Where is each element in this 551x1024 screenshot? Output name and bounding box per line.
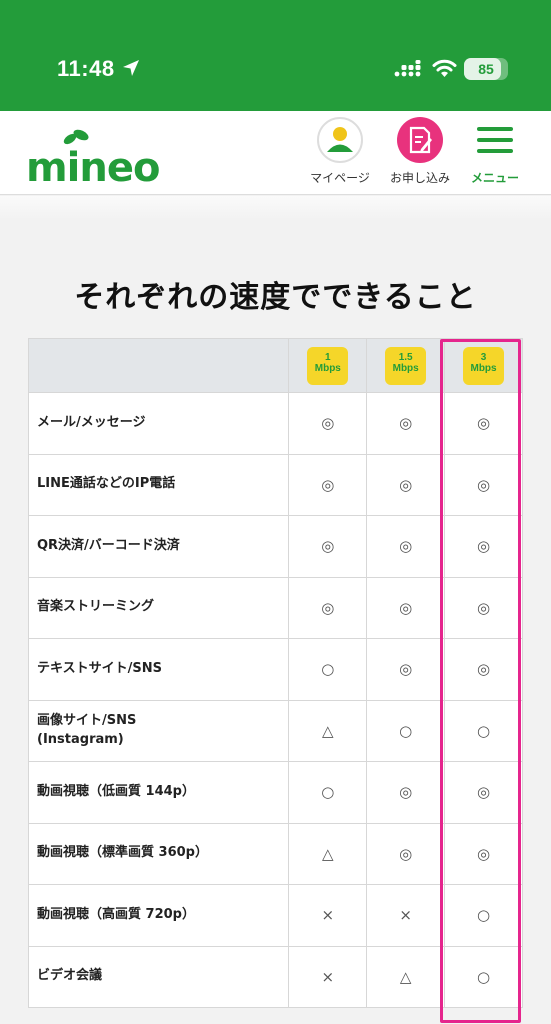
table-row: テキストサイト/SNS ○ ◎ ◎ bbox=[27, 638, 523, 701]
rating-cell: ◎ bbox=[444, 453, 523, 516]
row-label: メール/メッセージ bbox=[27, 392, 290, 455]
rating-cell: × bbox=[288, 945, 368, 1008]
battery-icon: 85 bbox=[464, 58, 508, 80]
speed-badge-value: 1.5 bbox=[398, 351, 413, 363]
rating-cell: ◎ bbox=[366, 761, 446, 824]
table-row: 音楽ストリーミング ◎ ◎ ◎ bbox=[27, 576, 523, 639]
rating-cell: ◎ bbox=[366, 515, 446, 578]
nav-menu-label: メニュー bbox=[470, 171, 519, 185]
rating-cell: ○ bbox=[444, 884, 523, 947]
rating-cell: ◎ bbox=[366, 638, 446, 701]
battery-percent: 85 bbox=[478, 61, 494, 77]
speed-header-1mbps: 1 Mbps bbox=[288, 338, 368, 393]
rating-cell: ○ bbox=[444, 945, 523, 1008]
signal-icon bbox=[394, 60, 421, 77]
rating-cell: ◎ bbox=[366, 392, 446, 455]
rating-cell: × bbox=[366, 884, 446, 947]
speed-header-1-5mbps: 1.5 Mbps bbox=[366, 338, 446, 393]
rating-cell: ◎ bbox=[444, 576, 523, 639]
rating-cell: ◎ bbox=[366, 453, 446, 516]
row-label: 画像サイト/SNS (Instagram) bbox=[27, 699, 290, 762]
speed-badge-value: 1 bbox=[325, 351, 331, 363]
rating-cell: ◎ bbox=[366, 576, 446, 639]
rating-cell: ○ bbox=[288, 761, 368, 824]
site-header: mineo マイページ お申し込み メニュー bbox=[0, 111, 551, 195]
rating-cell: ○ bbox=[444, 699, 523, 762]
location-arrow-icon bbox=[123, 60, 139, 76]
table-row: 画像サイト/SNS (Instagram) △ ○ ○ bbox=[27, 699, 523, 762]
nav-apply-label: お申し込み bbox=[389, 171, 450, 185]
speed-comparison-table: 1 Mbps 1.5 Mbps 3 Mbps メール/メッセージ ◎ ◎ ◎ L… bbox=[27, 338, 523, 1008]
rating-cell: ◎ bbox=[444, 638, 523, 701]
row-label: 動画視聴（標準画質 360p） bbox=[27, 822, 290, 885]
speed-badge: 1 Mbps bbox=[307, 346, 349, 385]
rating-cell: ○ bbox=[288, 638, 368, 701]
rating-cell: △ bbox=[366, 945, 446, 1008]
table-row: メール/メッセージ ◎ ◎ ◎ bbox=[27, 392, 523, 455]
row-label: ビデオ会議 bbox=[27, 945, 290, 1008]
table-row: 動画視聴（高画質 720p） × × ○ bbox=[27, 884, 523, 947]
table-row: ビデオ会議 × △ ○ bbox=[27, 945, 523, 1008]
svg-text:mineo: mineo bbox=[26, 145, 159, 189]
rating-cell: ○ bbox=[366, 699, 446, 762]
hamburger-icon bbox=[477, 117, 513, 163]
row-label: QR決済/バーコード決済 bbox=[27, 515, 290, 578]
rating-cell: ◎ bbox=[444, 761, 523, 824]
speed-header-3mbps: 3 Mbps bbox=[444, 338, 523, 393]
nav-mypage-label: マイページ bbox=[310, 171, 370, 185]
rating-cell: △ bbox=[288, 822, 368, 885]
rating-cell: ◎ bbox=[444, 822, 523, 885]
row-label: テキストサイト/SNS bbox=[27, 638, 290, 701]
table-row: 動画視聴（標準画質 360p） △ ◎ ◎ bbox=[27, 822, 523, 885]
wifi-icon bbox=[432, 59, 457, 77]
row-label: LINE通話などのIP電話 bbox=[27, 453, 290, 516]
rating-cell: △ bbox=[288, 699, 368, 762]
table-row: LINE通話などのIP電話 ◎ ◎ ◎ bbox=[27, 453, 523, 516]
rating-cell: ◎ bbox=[288, 515, 368, 578]
table-row: 動画視聴（低画質 144p） ○ ◎ ◎ bbox=[27, 761, 523, 824]
rating-cell: ◎ bbox=[444, 392, 523, 455]
application-form-icon bbox=[397, 117, 443, 163]
rating-cell: ◎ bbox=[288, 453, 368, 516]
rating-cell: ◎ bbox=[288, 392, 368, 455]
speed-badge: 3 Mbps bbox=[463, 346, 505, 385]
rating-cell: ◎ bbox=[288, 576, 368, 639]
row-label: 動画視聴（低画質 144p） bbox=[27, 761, 290, 824]
table-header-row: 1 Mbps 1.5 Mbps 3 Mbps bbox=[27, 338, 523, 393]
section-title: それぞれの速度でできること bbox=[74, 280, 477, 315]
speed-badge: 1.5 Mbps bbox=[385, 346, 427, 385]
mineo-logo[interactable]: mineo bbox=[26, 129, 171, 189]
speed-badge-unit: Mbps bbox=[392, 363, 419, 374]
table-header-blank bbox=[27, 338, 290, 393]
nav-apply-button[interactable]: お申し込み bbox=[380, 117, 460, 186]
user-icon bbox=[317, 117, 363, 163]
speed-badge-unit: Mbps bbox=[470, 363, 497, 374]
status-bar: 11:48 85 bbox=[0, 0, 551, 111]
row-label: 音楽ストリーミング bbox=[27, 576, 290, 639]
nav-mypage-button[interactable]: マイページ bbox=[300, 117, 380, 186]
status-time: 11:48 bbox=[57, 56, 115, 81]
speed-badge-value: 3 bbox=[480, 351, 487, 363]
table-row: QR決済/バーコード決済 ◎ ◎ ◎ bbox=[27, 515, 523, 578]
rating-cell: ◎ bbox=[366, 822, 446, 885]
rating-cell: × bbox=[288, 884, 368, 947]
content-top-shadow bbox=[0, 196, 551, 220]
nav-menu-button[interactable]: メニュー bbox=[455, 117, 535, 186]
rating-cell: ◎ bbox=[444, 515, 523, 578]
row-label: 動画視聴（高画質 720p） bbox=[27, 884, 290, 947]
speed-badge-unit: Mbps bbox=[314, 363, 341, 374]
